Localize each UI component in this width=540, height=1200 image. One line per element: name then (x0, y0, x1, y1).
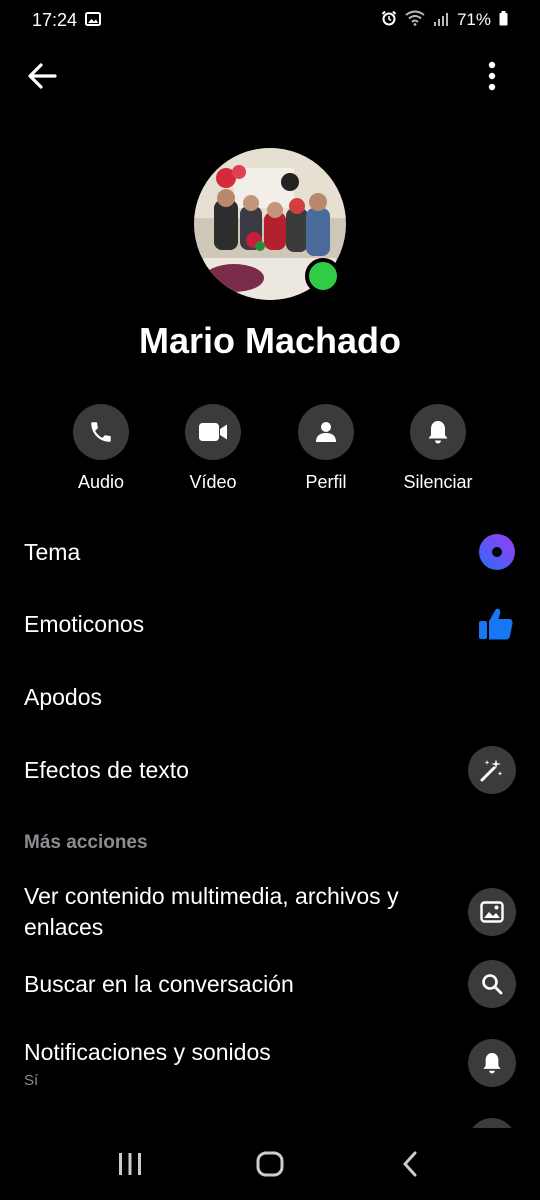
video-icon (199, 423, 227, 441)
profile-label: Perfil (305, 472, 347, 492)
person-icon (316, 422, 336, 442)
nav-back-button[interactable] (380, 1139, 440, 1189)
audio-label: Audio (77, 472, 125, 492)
media-files-label: Ver contenido multimedia, archivos y enl… (24, 883, 399, 940)
back-button[interactable] (22, 56, 62, 96)
mute-circle[interactable] (410, 404, 466, 460)
chevron-left-icon (403, 1151, 417, 1177)
home-button[interactable] (240, 1139, 300, 1189)
media-icon-circle[interactable] (468, 888, 516, 936)
notifications-row[interactable]: Notificaciones y sonidos Sí (0, 1034, 540, 1092)
audio-call-button[interactable]: Audio (46, 404, 156, 493)
online-status-dot (305, 258, 341, 294)
nicknames-row[interactable]: Apodos (0, 673, 540, 721)
emoji-row[interactable]: Emoticonos (0, 600, 540, 648)
status-right: 71% (381, 10, 508, 31)
search-conversation-label: Buscar en la conversación (24, 970, 294, 997)
status-bar: 17:24 71% (0, 0, 540, 40)
recent-apps-icon (119, 1153, 141, 1175)
theme-icon (479, 534, 515, 570)
signal-icon (433, 10, 449, 31)
emoji-label: Emoticonos (24, 610, 145, 637)
media-files-row[interactable]: Ver contenido multimedia, archivos y enl… (0, 880, 540, 944)
nicknames-label: Apodos (24, 683, 103, 710)
status-left: 17:24 (32, 9, 102, 31)
home-icon (256, 1151, 284, 1177)
gallery-notification-icon (85, 10, 102, 31)
mute-button[interactable]: Silenciar (383, 404, 493, 493)
text-effects-row[interactable]: Efectos de texto (0, 746, 540, 794)
profile-button[interactable]: Perfil (271, 404, 381, 493)
video-call-button[interactable]: Vídeo (158, 404, 268, 493)
text-effects-label: Efectos de texto (24, 756, 189, 783)
mute-label: Silenciar (403, 472, 473, 492)
notifications-status: Sí (24, 1072, 39, 1089)
battery-icon (499, 10, 508, 31)
text-effects-icon-circle[interactable] (468, 746, 516, 794)
search-conversation-row[interactable]: Buscar en la conversación (0, 960, 540, 1008)
back-arrow-icon (28, 63, 57, 89)
battery-percent: 71% (456, 10, 491, 29)
thumbs-up-icon (479, 608, 513, 640)
search-icon (482, 974, 503, 995)
notifications-text: Notificaciones y sonidos Sí (24, 1037, 271, 1089)
wifi-icon (405, 10, 425, 31)
notifications-label: Notificaciones y sonidos (24, 1039, 271, 1065)
image-icon (480, 901, 504, 923)
theme-label: Tema (24, 538, 81, 565)
magic-wand-icon (480, 759, 503, 782)
video-label: Vídeo (189, 472, 237, 492)
video-call-circle[interactable] (185, 404, 241, 460)
alarm-icon (381, 10, 397, 31)
status-time: 17:24 (32, 9, 78, 30)
profile-circle[interactable] (298, 404, 354, 460)
android-nav-bar (0, 1128, 540, 1200)
more-vertical-icon (488, 61, 496, 91)
profile-name: Mario Machado (138, 320, 402, 361)
quick-actions: Audio Vídeo Perfil Silenciar (0, 404, 540, 500)
search-icon-circle[interactable] (468, 960, 516, 1008)
recent-apps-button[interactable] (100, 1139, 160, 1189)
notifications-icon-circle[interactable] (468, 1039, 516, 1087)
bell-icon (428, 421, 448, 444)
theme-row[interactable]: Tema (0, 528, 540, 576)
more-actions-header: Más acciones (24, 832, 148, 853)
top-bar (0, 50, 540, 102)
more-options-button[interactable] (480, 56, 504, 96)
phone-icon (91, 422, 111, 442)
bell-icon (483, 1053, 501, 1074)
audio-call-circle[interactable] (73, 404, 129, 460)
